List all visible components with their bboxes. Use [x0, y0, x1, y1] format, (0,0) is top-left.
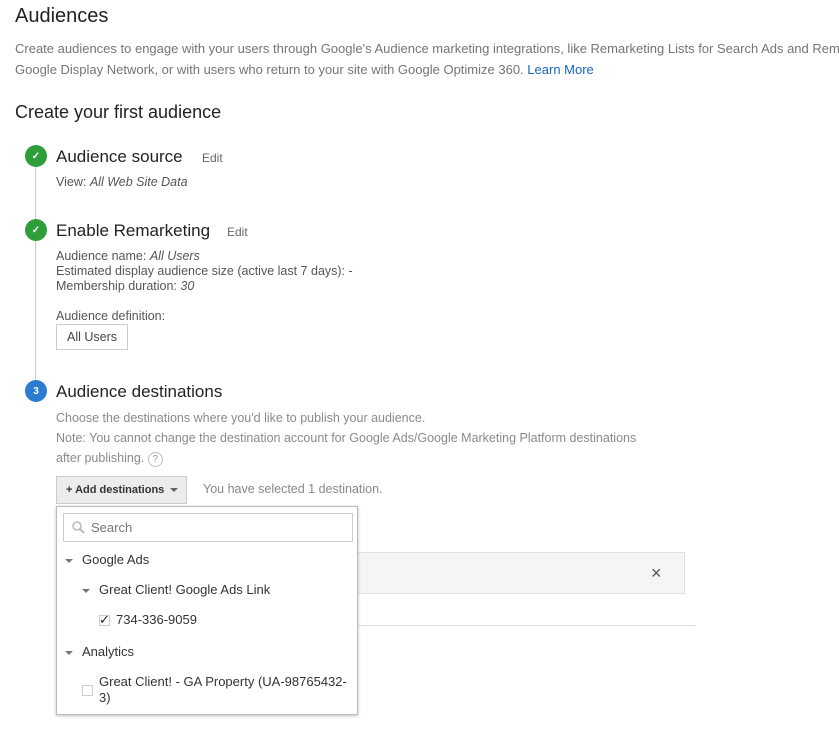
property-checkbox[interactable] — [82, 685, 93, 696]
account-label[interactable]: 734-336-9059 — [116, 612, 197, 628]
edit-remarketing-link[interactable]: Edit — [227, 225, 248, 239]
expand-ads-link-icon[interactable] — [82, 589, 90, 593]
stepper-line — [35, 165, 36, 380]
caret-down-icon — [170, 488, 178, 492]
audience-definition-chip[interactable]: All Users — [56, 324, 129, 350]
expand-google-ads-icon[interactable] — [65, 559, 73, 563]
expand-analytics-icon[interactable] — [65, 651, 73, 655]
step-number-badge: 3 — [25, 380, 47, 402]
learn-more-link[interactable]: Learn More — [527, 62, 593, 77]
selected-count: You have selected 1 destination. — [203, 482, 383, 496]
check-icon: ✓ — [25, 219, 47, 241]
destinations-help: Choose the destinations where you'd like… — [56, 411, 637, 467]
edit-audience-source-link[interactable]: Edit — [202, 151, 223, 165]
close-icon[interactable]: × — [651, 563, 662, 584]
checkmark-icon: ✓ — [99, 612, 110, 627]
destinations-dropdown: Google Ads Great Client! Google Ads Link… — [56, 506, 358, 715]
definition-label: Audience definition: — [56, 309, 166, 323]
section-title: Create your first audience — [15, 102, 222, 122]
add-destinations-button[interactable]: + Add destinations — [56, 476, 187, 504]
group-google-ads[interactable]: Google Ads — [82, 552, 149, 568]
page-description: Create audiences to engage with your use… — [15, 41, 839, 77]
step-title-enable-remarketing: Enable Remarketing — [56, 221, 211, 240]
destination-row — [340, 552, 685, 594]
group-analytics[interactable]: Analytics — [82, 644, 134, 660]
step-title-audience-source: Audience source — [56, 147, 183, 166]
page-title: Audiences — [15, 5, 109, 27]
search-field[interactable] — [63, 513, 353, 542]
search-input[interactable] — [91, 520, 331, 535]
subgroup-ads-link[interactable]: Great Client! Google Ads Link — [99, 582, 270, 598]
remarketing-info: Audience name: All Users Estimated displ… — [56, 249, 353, 293]
search-icon — [72, 521, 85, 534]
help-icon[interactable]: ? — [147, 452, 163, 467]
step-title-destinations: Audience destinations — [56, 382, 223, 401]
check-icon: ✓ — [25, 145, 47, 167]
view-info: View: All Web Site Data — [56, 175, 188, 189]
property-label[interactable]: Great Client! - GA Property (UA-98765432… — [99, 674, 347, 706]
